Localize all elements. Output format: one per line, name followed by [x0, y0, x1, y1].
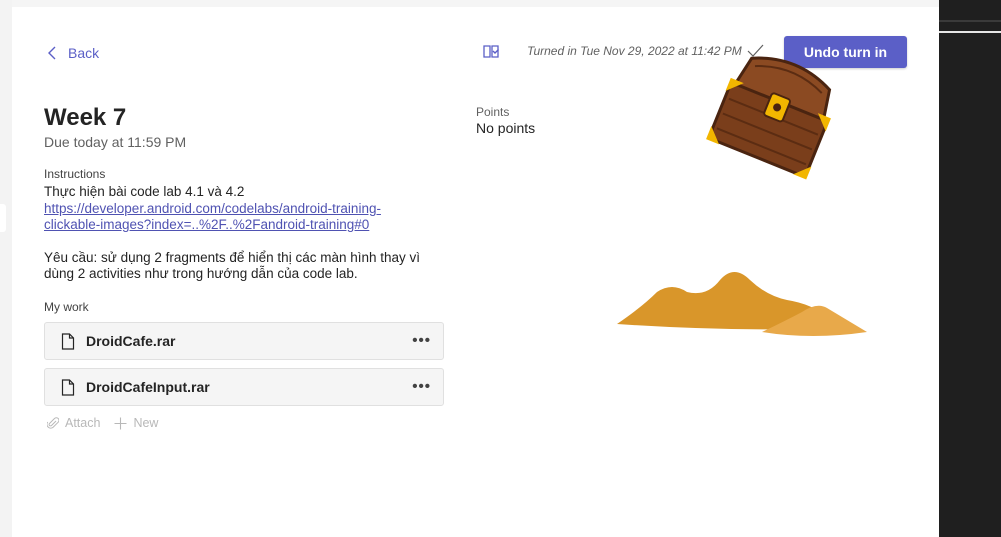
instructions-link[interactable]: https://developer.android.com/codelabs/a…	[44, 201, 381, 233]
plus-icon	[114, 417, 127, 429]
file-item[interactable]: DroidCafeInput.rar •••	[44, 368, 444, 406]
file-name: DroidCafeInput.rar	[86, 379, 210, 395]
instructions-label: Instructions	[44, 167, 106, 181]
more-icon[interactable]: •••	[412, 332, 431, 349]
immersive-reader-icon[interactable]	[482, 43, 500, 61]
back-label: Back	[68, 45, 100, 61]
divider	[939, 31, 1001, 33]
work-actions: Attach New	[47, 416, 158, 430]
more-icon[interactable]: •••	[412, 378, 431, 395]
paperclip-icon	[47, 416, 59, 429]
my-work-label: My work	[44, 300, 89, 314]
file-item[interactable]: DroidCafe.rar •••	[44, 322, 444, 360]
top-band	[12, 0, 939, 7]
chevron-left-icon	[48, 46, 56, 60]
rail-tab[interactable]	[0, 204, 6, 232]
file-icon	[61, 332, 75, 350]
divider	[939, 20, 1001, 22]
points-value: No points	[476, 120, 536, 136]
due-date: Due today at 11:59 PM	[44, 134, 187, 150]
right-dark-area	[939, 0, 1001, 537]
sand-dunes-illustration	[617, 272, 867, 336]
instructions-line: dùng 2 activities như trong hướng dẫn củ…	[44, 266, 358, 281]
page-title: Week 7	[44, 104, 127, 131]
back-button[interactable]: Back	[47, 45, 99, 61]
file-name: DroidCafe.rar	[86, 333, 176, 349]
new-button[interactable]: New	[114, 416, 158, 430]
instructions-line: Yêu cầu: sử dụng 2 fragments để hiển thị…	[44, 249, 421, 265]
treasure-chest-illustration	[706, 56, 832, 180]
attach-button[interactable]: Attach	[47, 416, 100, 430]
instructions-text: Thực hiện bài code lab 4.1 và 4.2 https:…	[44, 184, 444, 283]
attach-label: Attach	[65, 416, 101, 430]
new-label: New	[133, 416, 159, 430]
file-icon	[61, 378, 75, 396]
instructions-line: Thực hiện bài code lab 4.1 và 4.2	[44, 184, 245, 199]
left-app-rail	[0, 0, 12, 537]
points-label: Points	[476, 105, 510, 119]
